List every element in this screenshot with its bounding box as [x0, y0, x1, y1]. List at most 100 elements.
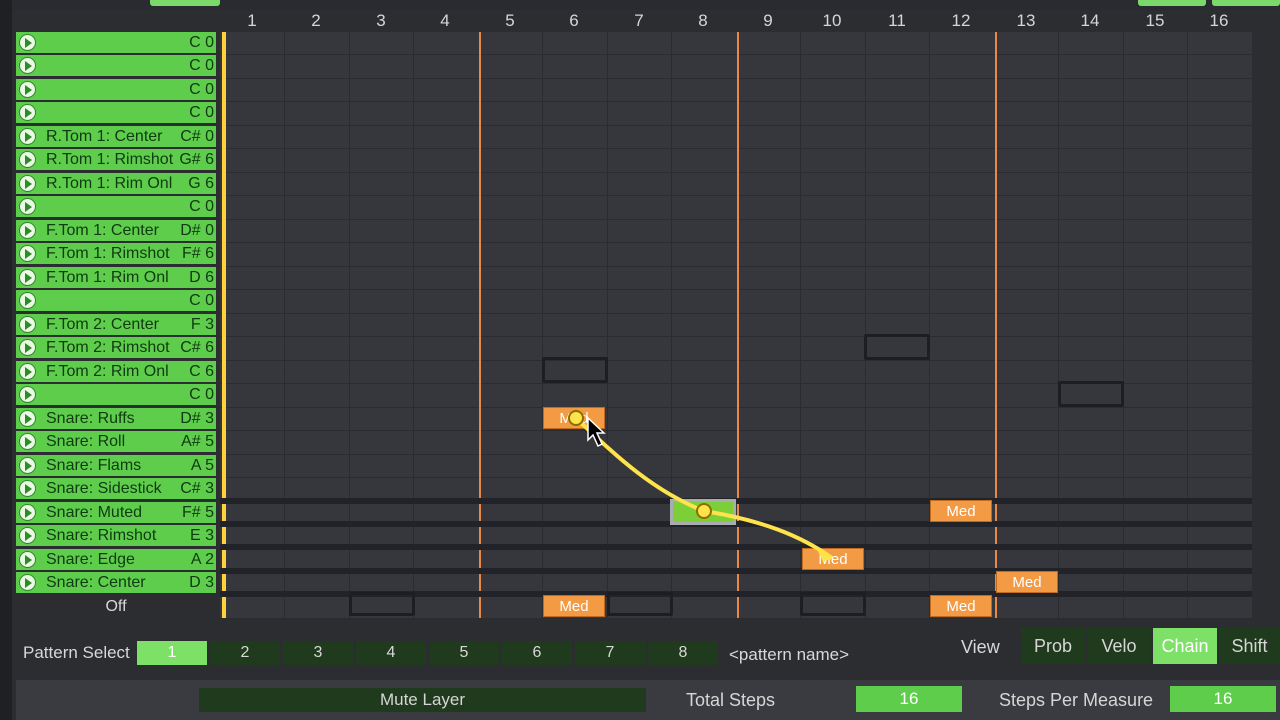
row-label[interactable]: Snare: Rimshot E 3: [16, 525, 216, 546]
pattern-button-2[interactable]: 2: [210, 641, 280, 665]
play-icon[interactable]: [19, 480, 36, 497]
play-icon[interactable]: [19, 292, 36, 309]
play-icon[interactable]: [19, 527, 36, 544]
play-icon[interactable]: [19, 574, 36, 591]
row-label[interactable]: Snare: Center D 3: [16, 572, 216, 593]
play-icon[interactable]: [19, 269, 36, 286]
play-icon[interactable]: [19, 81, 36, 98]
play-icon[interactable]: [19, 151, 36, 168]
row-label[interactable]: Snare: Ruffs D# 3: [16, 408, 216, 429]
row-note: D 6: [189, 269, 214, 286]
play-icon[interactable]: [19, 104, 36, 121]
pattern-button-3[interactable]: 3: [283, 641, 353, 665]
top-right-button-partial-2[interactable]: [1212, 0, 1280, 6]
play-icon[interactable]: [19, 34, 36, 51]
play-icon[interactable]: [19, 504, 36, 521]
column-number: 15: [1145, 11, 1165, 30]
row-note: C 6: [189, 363, 214, 380]
grid-row: [220, 432, 1252, 455]
view-chain-button[interactable]: Chain: [1153, 628, 1217, 664]
row-label[interactable]: F.Tom 2: Center F 3: [16, 314, 216, 335]
pattern-button-5[interactable]: 5: [429, 641, 499, 665]
view-prob-button[interactable]: Prob: [1021, 628, 1085, 664]
step-grid[interactable]: [220, 32, 1252, 619]
row-label[interactable]: F.Tom 1: Rim Onl D 6: [16, 267, 216, 288]
column-number: 1: [247, 11, 257, 30]
empty-step-outline[interactable]: [542, 357, 608, 383]
grid-row: [220, 56, 1252, 79]
pattern-button-1[interactable]: 1: [137, 641, 207, 665]
row-label[interactable]: Snare: Edge A 2: [16, 549, 216, 570]
step-edge-10[interactable]: Med: [802, 548, 864, 570]
row-name: F.Tom 2: Center: [46, 316, 159, 333]
play-icon[interactable]: [19, 551, 36, 568]
play-icon[interactable]: [19, 57, 36, 74]
empty-step-outline[interactable]: [349, 592, 415, 616]
row-label[interactable]: C 0: [16, 102, 216, 123]
play-icon[interactable]: [19, 222, 36, 239]
row-note: A# 5: [181, 433, 214, 450]
play-icon[interactable]: [19, 363, 36, 380]
row-label[interactable]: Snare: Sidestick C# 3: [16, 478, 216, 499]
play-icon[interactable]: [19, 198, 36, 215]
row-label[interactable]: C 0: [16, 384, 216, 405]
row-label[interactable]: Snare: Roll A# 5: [16, 431, 216, 452]
step-off-6[interactable]: Med: [543, 595, 605, 617]
play-icon[interactable]: [19, 175, 36, 192]
left-window-edge: [0, 0, 12, 720]
row-label[interactable]: F.Tom 2: Rim Onl C 6: [16, 361, 216, 382]
pattern-button-4[interactable]: 4: [356, 641, 426, 665]
pattern-button-6[interactable]: 6: [502, 641, 572, 665]
pattern-button-8[interactable]: 8: [648, 641, 718, 665]
mute-layer-button[interactable]: Mute Layer: [199, 688, 646, 712]
play-icon[interactable]: [19, 410, 36, 427]
row-label[interactable]: R.Tom 1: Center C# 0: [16, 126, 216, 147]
total-steps-value[interactable]: 16: [856, 686, 962, 712]
row-label[interactable]: Snare: Muted F# 5: [16, 502, 216, 523]
grid-row: [220, 103, 1252, 126]
step-ruffs-6[interactable]: Med: [543, 407, 605, 429]
play-icon[interactable]: [19, 128, 36, 145]
play-icon[interactable]: [19, 245, 36, 262]
view-velo-button[interactable]: Velo: [1087, 628, 1151, 664]
view-shift-button[interactable]: Shift: [1219, 628, 1280, 664]
pattern-button-7[interactable]: 7: [575, 641, 645, 665]
empty-step-outline[interactable]: [864, 334, 930, 360]
row-note: C# 0: [180, 128, 214, 145]
playhead-marker: [222, 32, 226, 618]
top-right-button-partial[interactable]: [1138, 0, 1206, 6]
play-icon[interactable]: [19, 386, 36, 403]
play-icon[interactable]: [19, 316, 36, 333]
off-row-label: Off: [105, 598, 127, 615]
step-off-12[interactable]: Med: [930, 595, 992, 617]
steps-per-measure-value[interactable]: 16: [1170, 686, 1276, 712]
row-label[interactable]: R.Tom 1: Rim Onl G 6: [16, 173, 216, 194]
row-name: F.Tom 2: Rimshot: [46, 339, 170, 356]
row-label[interactable]: C 0: [16, 32, 216, 53]
row-label[interactable]: F.Tom 2: Rimshot C# 6: [16, 337, 216, 358]
step-muted-12[interactable]: Med: [930, 500, 992, 522]
step-center-13[interactable]: Med: [996, 571, 1058, 593]
row-label[interactable]: R.Tom 1: Rimshot G# 6: [16, 149, 216, 170]
play-icon[interactable]: [19, 457, 36, 474]
row-label[interactable]: F.Tom 1: Rimshot F# 6: [16, 243, 216, 264]
row-label[interactable]: C 0: [16, 55, 216, 76]
row-note: D# 0: [180, 222, 214, 239]
row-label[interactable]: F.Tom 1: Center D# 0: [16, 220, 216, 241]
empty-step-outline[interactable]: [607, 592, 673, 616]
top-layer-button-partial[interactable]: [150, 0, 220, 6]
row-note: C 0: [189, 386, 214, 403]
row-name: Snare: Edge: [46, 551, 135, 568]
row-label[interactable]: C 0: [16, 79, 216, 100]
row-label[interactable]: C 0: [16, 290, 216, 311]
row-label[interactable]: Snare: Flams A 5: [16, 455, 216, 476]
play-icon[interactable]: [19, 433, 36, 450]
row-note: C 0: [189, 34, 214, 51]
empty-step-outline[interactable]: [1058, 381, 1124, 407]
row-label[interactable]: C 0: [16, 196, 216, 217]
pattern-name-field[interactable]: <pattern name>: [729, 645, 849, 665]
row-name: Snare: Sidestick: [46, 480, 162, 497]
empty-step-outline[interactable]: [800, 592, 866, 616]
play-icon[interactable]: [19, 339, 36, 356]
step-muted-8-selected[interactable]: [670, 499, 736, 525]
